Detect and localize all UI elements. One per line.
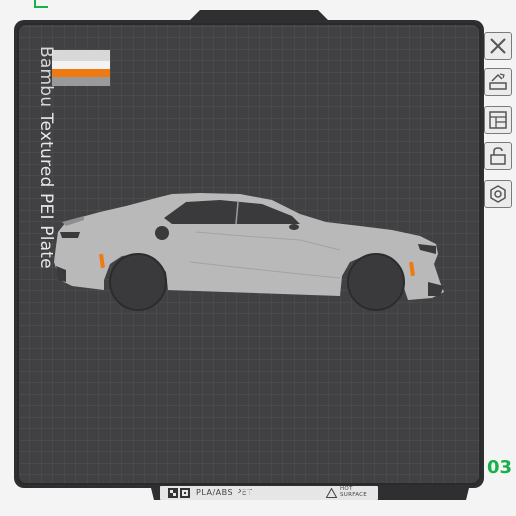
qr-code-icon	[168, 488, 190, 498]
trash-icon	[232, 489, 239, 499]
auto-orient-button[interactable]	[484, 68, 512, 96]
lock-button[interactable]	[484, 142, 512, 170]
square-icon	[241, 489, 251, 500]
lock-icon	[490, 147, 506, 165]
plate-type: Textured PEI Plate	[36, 112, 56, 269]
settings-button[interactable]	[484, 180, 512, 208]
arrange-icon	[489, 111, 507, 129]
arrange-button[interactable]	[484, 106, 512, 134]
filament-swatch	[52, 50, 110, 86]
bin-icon	[252, 489, 260, 499]
close-icon	[490, 38, 506, 54]
hot-surface-warning: HOT SURFACE	[340, 486, 368, 498]
plate-name-label: Bambu Textured PEI Plate	[36, 46, 56, 269]
build-plate	[14, 10, 484, 500]
close-button[interactable]	[484, 32, 512, 60]
warning-triangle-icon	[326, 488, 337, 498]
plate-label-strip: PLA/ABS/PETG HOT SURFACE	[160, 486, 378, 500]
settings-gear-icon	[490, 185, 506, 203]
plate-index-number: 03	[486, 457, 512, 478]
plate-brand: Bambu	[36, 46, 56, 108]
plate-symbols	[232, 489, 260, 500]
auto-orient-icon	[489, 73, 507, 90]
